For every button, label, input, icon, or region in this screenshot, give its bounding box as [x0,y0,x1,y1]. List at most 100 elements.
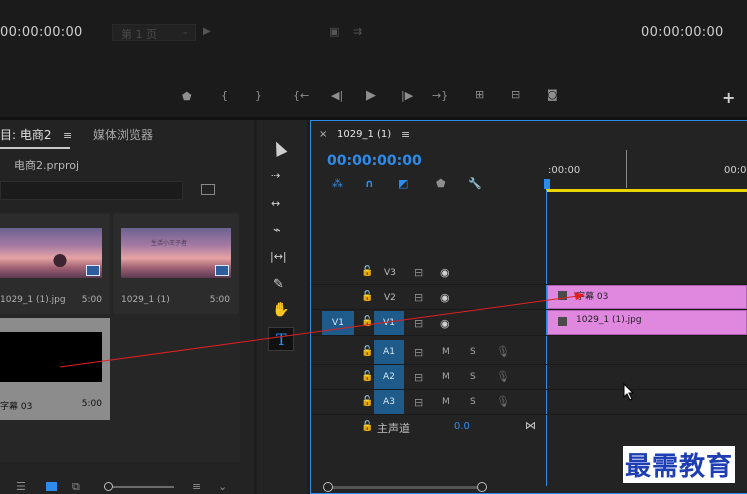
camera-icon[interactable]: ◙ [547,89,558,100]
lock-icon[interactable]: 🔓 [361,317,373,327]
sync-lock-icon[interactable]: ⊟ [414,267,423,278]
track-target-a1[interactable]: A1 [374,340,404,364]
thumbnail-image [0,332,102,382]
sync-lock-icon[interactable]: ⊟ [414,397,423,408]
lock-icon[interactable]: 🔓 [361,267,373,277]
track-target-a3[interactable]: A3 [374,390,404,414]
program-timecode[interactable]: 00:00:00:00 [641,25,724,40]
wrench-icon[interactable]: 🔧 [468,178,482,189]
microphone-icon[interactable]: 🎙 [496,346,510,357]
go-to-in-icon[interactable]: {← [293,90,309,101]
lock-icon[interactable]: 🔓 [361,422,373,432]
project-file-name: 电商2.prproj [14,159,80,172]
microphone-icon[interactable]: 🎙 [496,371,510,382]
clip-image[interactable]: 1029_1 (1).jpg [547,310,747,335]
zoom-slider-handle[interactable] [104,482,113,491]
panel-menu-icon[interactable]: ≡ [401,128,410,141]
razor-tool-icon[interactable]: ⌁ [273,224,281,237]
slip-tool-icon[interactable]: |↔| [270,251,287,262]
add-marker-icon[interactable]: ⬟ [436,178,446,189]
tab-project[interactable]: 目: 电商2 ≡ [0,126,72,143]
freeform-view-icon[interactable]: ⧉ [72,481,80,492]
ripple-edit-tool-icon[interactable]: ↔ [271,198,280,209]
work-area-bar[interactable] [546,189,747,192]
chevron-down-icon[interactable]: ⌄ [218,481,227,492]
microphone-icon[interactable]: 🎙 [496,396,510,407]
sync-lock-icon[interactable]: ⊟ [414,292,423,303]
scrollbar-handle-left[interactable] [323,482,333,492]
track-target-a2[interactable]: A2 [374,365,404,389]
time-ruler[interactable]: :00:00 00:00 [544,148,747,193]
sync-lock-icon[interactable]: ⊟ [414,347,423,358]
sync-lock-icon[interactable]: ⊟ [414,372,423,383]
timeline-scrollbar[interactable] [323,482,487,492]
clip-label: 1029_1 (1).jpg [576,315,642,325]
new-search-bin-icon[interactable] [201,184,215,195]
media-item[interactable]: 1029_1 (1).jpg 5:00 [0,214,110,314]
page-select[interactable]: 第 1 页 ⌄ [112,24,196,41]
sequence-tab-title[interactable]: 1029_1 (1) [337,129,391,140]
clip-title-03[interactable]: 字幕 03 [547,285,747,309]
solo-button[interactable]: S [470,372,476,382]
lock-icon[interactable]: 🔓 [361,397,373,407]
solo-button[interactable]: S [470,347,476,357]
track-row-v3: 🔓 V3 ⊟ ◉ [311,260,747,285]
lock-icon[interactable]: 🔓 [361,347,373,357]
lock-icon[interactable]: 🔓 [361,292,373,302]
list-view-icon[interactable]: ☰ [16,481,26,492]
media-item[interactable]: 字幕 03 5:00 [0,318,110,420]
close-tab-icon[interactable]: × [319,129,327,140]
linked-selection-icon[interactable]: ◩ [398,178,408,189]
step-back-icon[interactable]: ◀| [331,90,343,101]
scrollbar-handle-right[interactable] [477,482,487,492]
mute-button[interactable]: M [442,372,450,382]
image-type-icon [86,265,100,276]
add-button-icon[interactable]: + [722,88,735,107]
play-icon[interactable]: ▶ [203,27,211,37]
media-item-duration: 5:00 [81,399,102,409]
source-timecode[interactable]: 00:00:00:00 [0,25,83,40]
timeline-timecode[interactable]: 00:00:00:00 [327,153,422,169]
source-patch-v1[interactable]: V1 [322,311,354,335]
watermark-logo: 最需教育 [623,446,736,483]
type-tool-icon: T [276,330,287,349]
master-volume-value[interactable]: 0.0 [454,421,470,432]
panel-menu-icon[interactable]: ≡ [63,129,72,142]
type-tool-button[interactable]: T [268,327,294,351]
mute-button[interactable]: M [442,397,450,407]
snap-icon[interactable]: ∩ [365,178,374,189]
mark-out-icon[interactable]: } [255,90,262,101]
insert-icon[interactable]: ⇉ [353,26,362,37]
track-select-tool-icon[interactable]: ⇢ [271,170,280,181]
step-forward-icon[interactable]: |▶ [401,90,413,101]
tab-media-browser[interactable]: 媒体浏览器 [93,126,153,143]
export-frame-icon[interactable]: ▣ [329,26,339,37]
go-to-out-icon[interactable]: →} [432,90,448,101]
sort-icon[interactable]: ≡ [192,481,201,492]
mark-in-icon[interactable]: { [221,90,228,101]
solo-button[interactable]: S [470,397,476,407]
pen-tool-icon[interactable]: ✎ [273,278,284,291]
nest-icon[interactable]: ⁂ [332,178,343,189]
icon-view-icon[interactable] [46,482,57,491]
marker-icon[interactable]: ⬟ [182,91,192,102]
search-input[interactable] [0,181,183,200]
media-item-duration: 5:00 [209,295,230,305]
mute-button[interactable]: M [442,347,450,357]
sync-lock-icon[interactable]: ⊟ [414,318,423,329]
track-name: V2 [384,293,396,303]
lift-icon[interactable]: ⊞ [475,89,484,100]
extract-icon[interactable]: ⊟ [511,89,520,100]
go-to-end-icon[interactable]: ⋈ [525,420,536,431]
eye-icon[interactable]: ◉ [440,267,450,278]
eye-icon[interactable]: ◉ [440,292,450,303]
lock-icon[interactable]: 🔓 [361,372,373,382]
track-target-v1[interactable]: V1 [374,311,404,335]
play-button-icon[interactable]: ▶ [366,89,376,102]
media-item[interactable]: 生活小王子者 1029_1 (1) 5:00 [113,214,239,314]
playhead-handle[interactable] [544,179,550,189]
fx-icon [558,317,567,326]
zoom-slider[interactable] [104,482,174,491]
eye-icon[interactable]: ◉ [440,318,450,329]
hand-tool-icon[interactable]: ✋ [272,303,289,317]
